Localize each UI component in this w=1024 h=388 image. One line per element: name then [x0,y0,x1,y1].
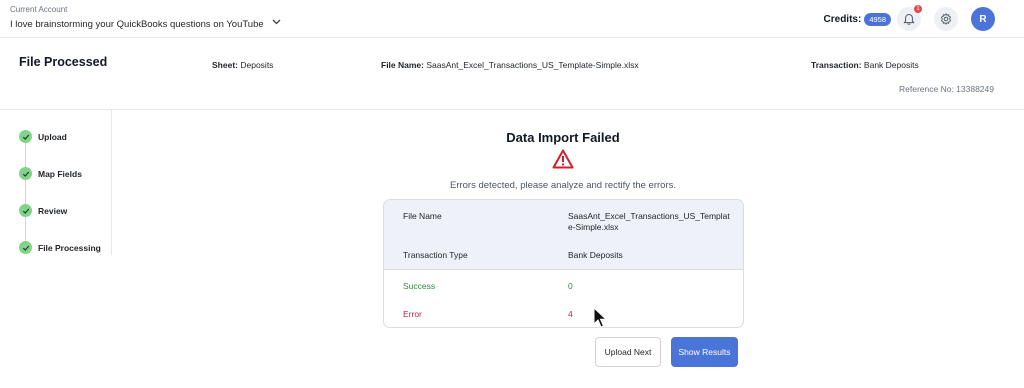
row-value: Bank Deposits [568,250,623,260]
settings-button[interactable] [934,7,958,31]
credits-badge: 4958 [864,12,891,26]
sheet-info: Sheet: Deposits [212,60,273,70]
row-key: Success [403,281,436,291]
step-label: Map Fields [38,168,82,179]
transaction-label: Transaction: [811,60,862,70]
check-icon [19,204,32,217]
file-name-label: File Name: [381,60,424,70]
check-icon [19,241,32,254]
row-key: File Name [403,211,442,221]
result-message: Errors detected, please analyze and rect… [449,180,676,191]
result-title: Data Import Failed [506,130,620,145]
step-review: Review [19,204,67,217]
notification-count-badge: 1 [914,5,922,13]
step-file-processing: File Processing [19,241,101,254]
step-map-fields: Map Fields [19,167,82,180]
file-name-info: File Name: SaasAnt_Excel_Transactions_US… [381,60,639,70]
row-value: 0 [568,281,573,291]
credits-label: Credits: [823,13,862,25]
bell-icon [903,13,915,25]
gear-icon [941,13,951,25]
avatar[interactable]: R [971,7,995,31]
result-summary-card: File Name SaasAnt_Excel_Transactions_US_… [383,199,744,328]
reference-number: Reference No: 13388249 [899,84,994,94]
top-bar: Current Account I love brainstorming you… [0,0,1024,38]
step-label: Upload [38,131,67,142]
upload-next-button[interactable]: Upload Next [595,337,661,367]
warning-triangle-icon [552,149,574,169]
sheet-value: Deposits [240,60,274,70]
chevron-down-icon[interactable] [272,19,281,25]
row-key: Transaction Type [403,250,468,260]
check-icon [19,167,32,180]
stepper-connector [25,137,26,247]
transaction-value: Bank Deposits [863,60,919,70]
row-value: SaasAnt_Excel_Transactions_US_Templat e-… [568,211,730,232]
transaction-info: Transaction: Bank Deposits [811,60,919,70]
account-caption: Current Account [10,5,68,14]
file-name-value: SaasAnt_Excel_Transactions_US_Template-S… [426,60,639,70]
sheet-label: Sheet: [212,60,238,70]
check-icon [19,130,32,143]
step-upload: Upload [19,130,67,143]
progress-stepper: Upload Map Fields Review File Processing [0,110,112,255]
step-label: File Processing [38,242,101,253]
toolbar-right: Credits: 4958 1 R [824,5,995,33]
show-results-button[interactable]: Show Results [671,337,738,367]
account-name: I love brainstorming your QuickBooks que… [10,19,264,30]
step-label: Review [38,205,68,216]
page-title: File Processed [19,55,108,69]
file-header: File Processed Sheet: Deposits File Name… [0,38,1024,110]
account-switcher[interactable]: Current Account I love brainstorming you… [10,5,281,32]
mouse-cursor-icon [593,307,607,328]
notifications-button[interactable]: 1 [897,5,922,31]
row-key: Error [403,309,422,319]
